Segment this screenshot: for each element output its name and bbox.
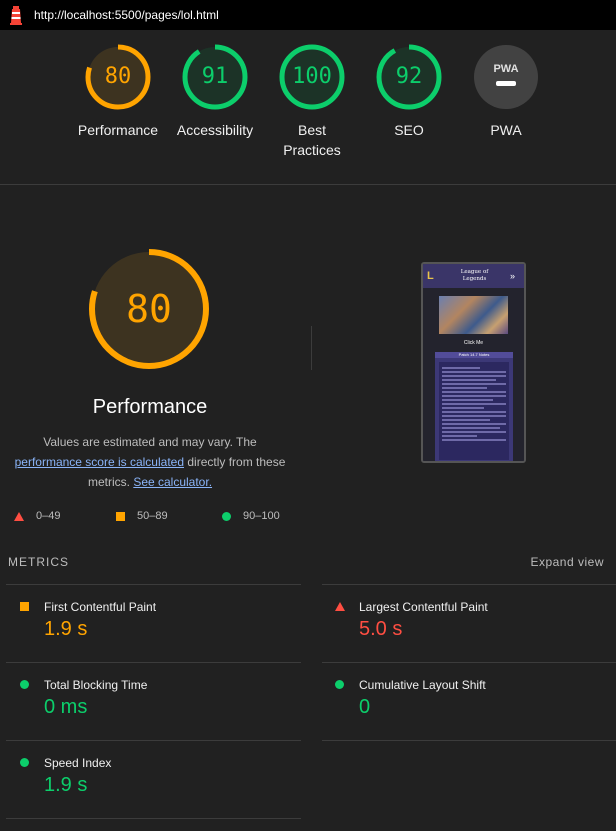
gauge-score: 80 <box>104 64 132 89</box>
metric-title: Largest Contentful Paint <box>359 600 488 614</box>
thumbnail-button: Click Me <box>463 340 484 346</box>
performance-score: 80 <box>126 287 172 331</box>
gauge-label: Performance <box>77 122 159 138</box>
performance-description: Values are estimated and may vary. The p… <box>0 432 300 492</box>
gauge-score: 92 <box>395 64 423 89</box>
thumbnail-card-title: Patch 14.7 Notes <box>458 352 490 357</box>
legend-range: 50–89 <box>137 510 168 522</box>
metric-divider <box>6 584 301 585</box>
chevron-right-icon: » <box>510 271 516 281</box>
gauge-accessibility[interactable]: 91 Accessibility <box>165 44 265 140</box>
legend-average: 50–89 <box>116 510 168 522</box>
desc-text-1: Values are estimated and may vary. The <box>43 435 257 449</box>
metric-value: 0 <box>359 696 371 718</box>
see-calculator-link[interactable]: See calculator. <box>133 475 212 489</box>
thumbnail-card: Patch 14.7 Notes <box>435 352 513 461</box>
metric-value: 1.9 s <box>44 618 88 640</box>
gauge-best-practices[interactable]: 100 Best Practices <box>262 44 362 160</box>
page-url[interactable]: http://localhost:5500/pages/lol.html <box>34 8 219 22</box>
metric-divider <box>6 662 301 663</box>
metric-value: 1.9 s <box>44 774 88 796</box>
lol-logo-icon: L <box>427 270 434 282</box>
metric-title: Cumulative Layout Shift <box>359 678 486 692</box>
gauge-pwa[interactable]: PWA PWA <box>456 44 556 140</box>
pwa-badge-icon: PWA <box>474 45 538 109</box>
gauge-label: Best Practices <box>283 122 341 158</box>
circle-icon <box>335 680 344 689</box>
metric-divider <box>6 740 301 741</box>
metric-value: 5.0 s <box>359 618 403 640</box>
expand-view-toggle[interactable]: Expand view <box>530 555 604 569</box>
square-icon <box>20 602 29 611</box>
triangle-icon <box>335 602 345 611</box>
gauge-score: 91 <box>201 64 229 89</box>
thumbnail-artwork <box>439 296 508 334</box>
score-gauges: 80 Performance 91 Accessibility 100 Best… <box>0 44 616 184</box>
metric-divider <box>322 740 616 741</box>
score-calculated-link[interactable]: performance score is calculated <box>15 455 184 469</box>
gauge-label: Accessibility <box>176 122 254 138</box>
gauge-performance[interactable]: 80 Performance <box>68 44 168 140</box>
metric-value: 0 ms <box>44 696 88 718</box>
lighthouse-icon <box>10 5 22 25</box>
gauge-score: 100 <box>292 64 332 89</box>
metric-title: Total Blocking Time <box>44 678 148 692</box>
metric-title: First Contentful Paint <box>44 600 157 614</box>
thumbnail-body: Click Me Patch 14.7 Notes <box>423 288 524 461</box>
triangle-icon <box>14 511 24 521</box>
circle-icon <box>20 758 29 767</box>
metrics-header: METRICS <box>8 555 69 569</box>
final-screenshot-thumbnail[interactable]: L League of Legends » Click Me Patch 14.7… <box>421 262 526 463</box>
square-icon <box>116 511 125 521</box>
gauge-seo[interactable]: 92 SEO <box>359 44 459 140</box>
pwa-badge-text: PWA <box>493 63 518 75</box>
vertical-divider <box>311 326 312 370</box>
circle-icon <box>222 511 231 521</box>
circle-icon <box>20 680 29 689</box>
section-divider <box>0 184 616 185</box>
metric-divider <box>6 818 301 819</box>
url-bar: http://localhost:5500/pages/lol.html <box>0 0 616 30</box>
gauge-label: PWA <box>490 122 522 138</box>
metric-title: Speed Index <box>44 756 112 770</box>
performance-title: Performance <box>92 396 208 418</box>
performance-gauge-large: 80 <box>88 248 210 370</box>
legend-pass: 90–100 <box>222 510 280 522</box>
thumbnail-header: L League of Legends » <box>423 264 524 288</box>
thumbnail-site-title: League of Legends <box>460 269 489 282</box>
gauge-label: SEO <box>394 122 424 138</box>
legend-range: 90–100 <box>243 510 280 522</box>
legend-range: 0–49 <box>36 510 61 522</box>
metric-divider <box>322 584 616 585</box>
thumbnail-card-text <box>439 362 509 460</box>
legend-fail: 0–49 <box>14 510 60 522</box>
metric-divider <box>322 662 616 663</box>
